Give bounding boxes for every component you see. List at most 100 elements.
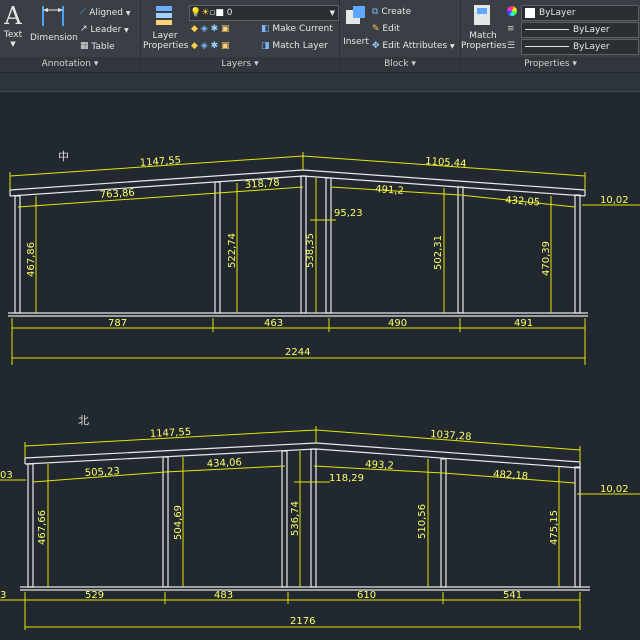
layer-properties-label: Layer Properties (143, 31, 189, 51)
dim-height: 470,39 (541, 241, 552, 276)
layer-unlock-icon[interactable]: ▣ (221, 41, 230, 51)
column (574, 466, 581, 588)
dim-roof-left: 1147,55 (139, 155, 181, 169)
layer-isolate-icon[interactable]: ◆ (191, 24, 198, 34)
layer-current-value: 0 (226, 8, 233, 18)
frame-2-label: 北 (78, 414, 89, 427)
column (325, 177, 332, 314)
dim-height: 502,31 (433, 235, 444, 270)
color-value: ByLayer (539, 8, 576, 18)
lightbulb-icon: 💡 (190, 8, 202, 18)
column (214, 181, 221, 314)
layer-thaw-icon[interactable]: ✱ (211, 41, 219, 51)
leader-button[interactable]: ↗ Leader ▼ (80, 22, 129, 37)
file-tab-strip (0, 73, 640, 92)
dim-roof-right: 1105,44 (425, 156, 467, 170)
dim-inner: 432,05 (505, 195, 541, 208)
dim-height: 522,74 (227, 233, 238, 268)
insert-button[interactable]: Insert (342, 2, 370, 47)
edit-block-button[interactable]: ✎ Edit (372, 22, 400, 37)
layer-unisolate-icon[interactable]: ◆ (191, 41, 198, 51)
white-swatch-icon (525, 7, 535, 18)
layers-panel: Layer Properties 💡☀▫■ 0 ▼ ◆ ◈ ✱ ▣ ◧ Make… (141, 0, 340, 72)
dim-height: 538,35 (305, 233, 316, 268)
insert-block-icon (346, 6, 365, 24)
frame-2: 北 1147,55 1037,28 03 505,23 434,06 493,2… (0, 414, 640, 630)
column (162, 456, 169, 588)
color-swatch-icon: ■ (215, 8, 224, 18)
dim-total: 2244 (285, 347, 310, 358)
insert-label: Insert (343, 37, 369, 47)
dim-side-right: 10,02 (600, 195, 629, 206)
color-wheel-icon (507, 6, 517, 16)
table-button[interactable]: ▦ Table (80, 39, 115, 54)
layer-lock-icon[interactable]: ▣ (221, 24, 230, 34)
dim-small: 95,23 (334, 208, 363, 219)
properties-panel-label[interactable]: Properties ▾ (461, 57, 640, 72)
dim-bay: 483 (214, 590, 233, 601)
dim-bay: 541 (503, 590, 522, 601)
chevron-down-icon: ▼ (125, 10, 131, 17)
dim-inner: 491,2 (375, 184, 404, 197)
dimension-button[interactable]: Dimension (30, 2, 78, 43)
drawing-canvas[interactable]: 中 1147,55 1105,44 763,86 318,78 491,2 43… (0, 92, 640, 640)
dim-bay: 787 (108, 318, 127, 329)
dim-roof-right: 1037,28 (430, 429, 472, 443)
dim-height: 467,66 (37, 510, 48, 545)
roof-bottom-line (24, 448, 581, 469)
edit-label: Edit (382, 24, 400, 34)
lineweight-dropdown[interactable]: ByLayer (521, 39, 639, 55)
match-layer-icon: ◨ (261, 41, 270, 51)
make-current-icon: ◧ (261, 24, 270, 34)
lineweight-sample (525, 46, 569, 47)
layer-properties-button[interactable]: Layer Properties (143, 2, 189, 51)
annotation-panel-label[interactable]: Annotation ▾ (0, 57, 140, 72)
edit-attributes-icon: ✥ (372, 41, 380, 51)
dim-height: 536,74 (290, 501, 301, 536)
block-panel-label[interactable]: Block ▾ (340, 57, 460, 72)
edit-attributes-button[interactable]: ✥ Edit Attributes ▼ (372, 39, 455, 54)
dim-bay: 463 (264, 318, 283, 329)
match-properties-button[interactable]: Match Properties (461, 2, 506, 51)
edit-attributes-label: Edit Attributes (382, 41, 448, 51)
dimension-button-label: Dimension (30, 33, 78, 43)
make-current-label: Make Current (272, 24, 333, 34)
dim-roof-left: 1147,55 (150, 427, 192, 440)
dim-bay: 529 (85, 590, 104, 601)
dim-inner: 482,18 (493, 469, 529, 482)
layer-off-icon[interactable]: ◈ (201, 24, 208, 34)
match-layer-button[interactable]: ◨ Match Layer (261, 39, 328, 54)
leader-icon: ↗ (80, 24, 88, 34)
layer-tools-row-2: ◆ ◈ ✱ ▣ (191, 39, 230, 54)
chevron-down-icon: ▼ (329, 9, 335, 17)
make-current-button[interactable]: ◧ Make Current (261, 22, 333, 37)
linetype-icon: ≡ (507, 24, 515, 34)
create-label: Create (381, 7, 412, 17)
annotation-panel: A Text ▼ Dimension ⟋ Aligned ▼ ↗ Leader … (0, 0, 141, 72)
text-button-label: Text (3, 30, 23, 40)
color-dropdown[interactable]: ByLayer (521, 5, 639, 21)
layer-dropdown[interactable]: 💡☀▫■ 0 ▼ (189, 5, 339, 21)
ribbon: A Text ▼ Dimension ⟋ Aligned ▼ ↗ Leader … (0, 0, 640, 73)
layer-properties-icon (156, 6, 172, 25)
layer-freeze-icon[interactable]: ✱ (211, 24, 219, 34)
chevron-down-icon: ▼ (450, 43, 455, 50)
lineweight-icon: ☰ (507, 41, 516, 51)
layers-title: Layers (221, 59, 252, 69)
create-block-button[interactable]: ⧉ Create (372, 5, 411, 20)
dim-total: 2176 (290, 616, 315, 627)
linetype-dropdown[interactable]: ByLayer (521, 22, 639, 38)
layers-panel-label[interactable]: Layers ▾ (141, 57, 339, 72)
properties-panel: Match Properties ByLayer ≡ ByLayer ☰ ByL… (461, 0, 640, 72)
aligned-label: Aligned (89, 8, 124, 18)
table-label: Table (91, 42, 115, 52)
text-button[interactable]: A Text ▼ (2, 2, 24, 48)
aligned-dimension-icon: ⟋ (80, 7, 87, 17)
dim-height: 510,56 (417, 504, 428, 539)
layer-on-icon[interactable]: ◈ (201, 41, 208, 51)
dim-inner: 434,06 (207, 457, 243, 470)
chevron-down-icon: ▼ (124, 27, 129, 34)
column (281, 450, 288, 588)
aligned-button[interactable]: ⟋ Aligned ▼ (80, 5, 131, 20)
dim-bay: 610 (357, 590, 376, 601)
